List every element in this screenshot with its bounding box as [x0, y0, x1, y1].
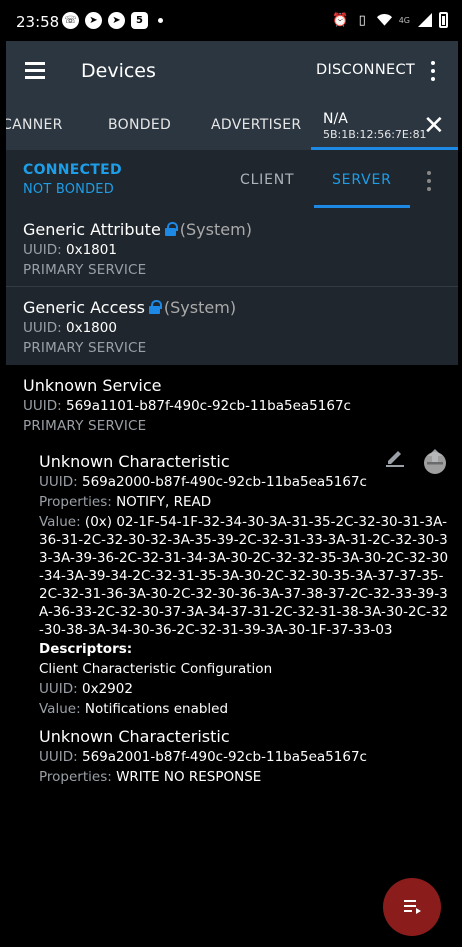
service-item[interactable]: Generic Access (System) UUID: 0x1800 PRIM…: [6, 287, 458, 365]
lock-icon: [164, 222, 178, 236]
service-item[interactable]: Generic Attribute (System) UUID: 0x1801 P…: [6, 210, 458, 286]
bond-status: NOT BONDED: [23, 182, 114, 197]
status-time: 23:58: [16, 13, 60, 31]
vibrate-icon: ▯: [358, 12, 366, 28]
characteristic-properties: Properties: NOTIFY, READ: [39, 494, 212, 510]
telegram-icon: ➤: [108, 12, 125, 29]
service-name: Generic Attribute (System): [23, 220, 252, 239]
server-overflow-icon[interactable]: [427, 171, 431, 195]
battery-icon: [439, 12, 448, 28]
wifi-icon: [376, 12, 392, 28]
notify-upload-icon[interactable]: [422, 448, 448, 476]
service-name: Unknown Service: [23, 376, 162, 395]
characteristic-uuid: UUID: 569a2001-b87f-490c-92cb-11ba5ea516…: [39, 749, 367, 765]
signal-icon: [417, 12, 432, 28]
app-toolbar: Devices DISCONNECT: [6, 41, 458, 101]
connection-status: CONNECTED: [23, 162, 122, 178]
lock-icon: [148, 300, 162, 314]
service-type: PRIMARY SERVICE: [23, 340, 147, 356]
disconnect-button[interactable]: DISCONNECT: [316, 62, 415, 78]
service-uuid: UUID: 0x1800: [23, 320, 117, 336]
connection-bar: CONNECTED NOT BONDED CLIENT SERVER: [6, 150, 458, 210]
characteristic-properties: Properties: WRITE NO RESPONSE: [39, 769, 262, 785]
service-uuid: UUID: 0x1801: [23, 242, 117, 258]
more-notifications-dot: [158, 18, 163, 23]
characteristic-name[interactable]: Unknown Characteristic: [39, 727, 230, 746]
tab-device-name[interactable]: N/A: [323, 111, 348, 127]
alarm-icon: ⏰: [332, 12, 349, 28]
service-item[interactable]: Unknown Service UUID: 569a1101-b87f-490c…: [6, 365, 458, 445]
active-role-indicator: [314, 205, 410, 208]
service-uuid: UUID: 569a1101-b87f-490c-92cb-11ba5ea516…: [23, 398, 351, 414]
descriptor-name[interactable]: Client Characteristic Configuration: [39, 661, 272, 677]
device-tabs: CANNER BONDED ADVERTISER N/A 5B:1B:12:56…: [6, 101, 458, 150]
close-icon[interactable]: ✕: [423, 113, 445, 139]
service-type: PRIMARY SERVICE: [23, 262, 147, 278]
overflow-menu-icon[interactable]: [431, 61, 435, 81]
status-bar: 23:58 ☏ ➤ ➤ 5 ⏰ ▯ 4G: [0, 0, 462, 44]
descriptor-value: Value: Notifications enabled: [39, 701, 229, 717]
app-icon: 5: [131, 12, 148, 29]
tab-advertiser[interactable]: ADVERTISER: [211, 117, 301, 133]
service-type: PRIMARY SERVICE: [23, 418, 147, 434]
tab-bonded[interactable]: BONDED: [108, 117, 171, 133]
characteristic-name[interactable]: Unknown Characteristic: [39, 452, 230, 471]
tab-scanner[interactable]: CANNER: [6, 117, 63, 133]
log-fab-button[interactable]: [383, 878, 441, 936]
telegram-icon: ➤: [85, 12, 102, 29]
menu-icon[interactable]: [25, 62, 45, 79]
characteristic-value: Value: (0x) 02-1F-54-1F-32-34-30-3A-31-3…: [39, 514, 449, 638]
tab-client[interactable]: CLIENT: [240, 172, 294, 188]
notification-icons: ☏ ➤ ➤ 5: [62, 12, 163, 29]
service-name: Generic Access (System): [23, 298, 237, 317]
viber-icon: ☏: [62, 12, 79, 29]
page-title: Devices: [81, 60, 156, 82]
system-icons: ⏰ ▯ 4G: [332, 12, 448, 28]
network-type: 4G: [398, 15, 410, 25]
log-list-icon: [404, 900, 421, 914]
characteristic-uuid: UUID: 569a2000-b87f-490c-92cb-11ba5ea516…: [39, 474, 367, 490]
tab-server[interactable]: SERVER: [332, 172, 392, 188]
descriptors-heading: Descriptors:: [39, 641, 133, 657]
edit-icon[interactable]: [385, 447, 405, 467]
descriptor-uuid: UUID: 0x2902: [39, 681, 133, 697]
tab-device-mac[interactable]: 5B:1B:12:56:7E:81: [323, 128, 427, 141]
